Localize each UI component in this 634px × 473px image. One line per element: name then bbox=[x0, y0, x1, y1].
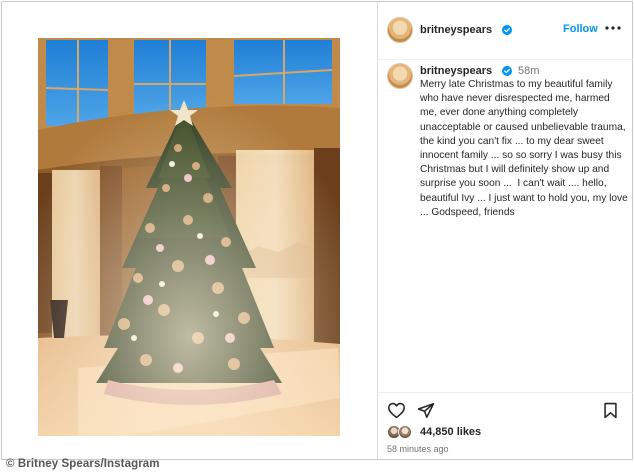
more-options-icon[interactable] bbox=[604, 22, 622, 34]
caption-text: Merry late Christmas to my beautiful fam… bbox=[420, 79, 631, 218]
post-photo[interactable] bbox=[38, 38, 340, 436]
photo-credit: © Britney Spears/Instagram bbox=[6, 458, 160, 470]
author-username[interactable]: britneyspears bbox=[420, 24, 492, 36]
post-sidebar: britneyspears Follow britneyspears 58m M… bbox=[377, 2, 634, 459]
instagram-post-frame: britneyspears Follow britneyspears 58m M… bbox=[1, 1, 634, 460]
likes-row: 44,850 likes bbox=[378, 423, 634, 443]
post-time: 58m bbox=[518, 65, 540, 77]
caption-avatar[interactable] bbox=[387, 63, 413, 89]
heart-icon[interactable] bbox=[387, 402, 406, 419]
christmas-tree-photo bbox=[38, 38, 340, 436]
follow-button[interactable]: Follow bbox=[563, 23, 598, 35]
posted-ago: 58 minutes ago bbox=[387, 444, 449, 454]
liker-avatar[interactable] bbox=[398, 425, 412, 439]
photo-panel bbox=[2, 2, 377, 459]
author-avatar[interactable] bbox=[387, 17, 413, 43]
verified-badge-icon bbox=[502, 66, 512, 76]
verified-badge-icon bbox=[502, 25, 512, 35]
likes-count[interactable]: 44,850 likes bbox=[420, 426, 481, 438]
post-header: britneyspears Follow bbox=[378, 2, 634, 60]
bookmark-icon[interactable] bbox=[603, 402, 618, 419]
share-icon[interactable] bbox=[417, 402, 435, 419]
caption-username[interactable]: britneyspears bbox=[420, 65, 492, 77]
